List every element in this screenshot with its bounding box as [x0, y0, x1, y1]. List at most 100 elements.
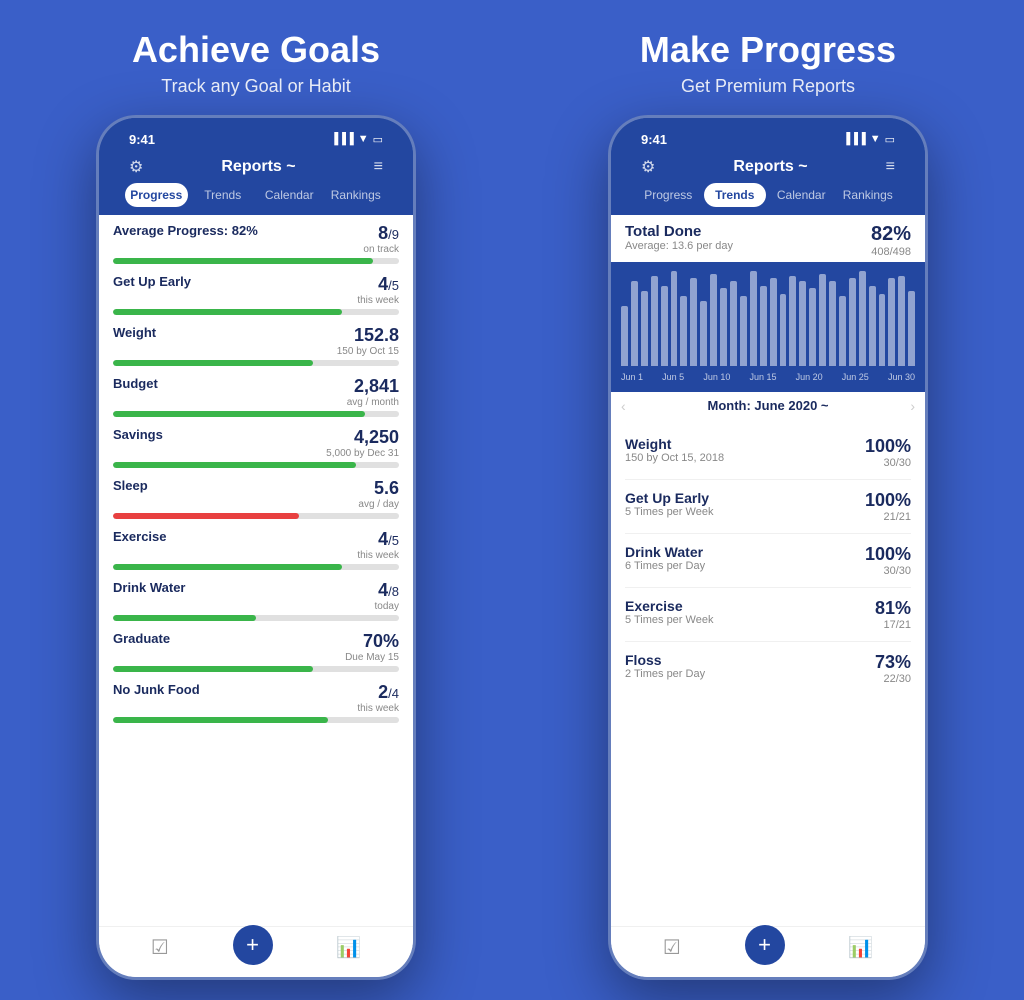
chart-bar — [799, 281, 806, 366]
progress-bar-bg — [113, 360, 399, 366]
right-settings-icon[interactable]: ⚙ — [641, 157, 655, 177]
right-nav-title[interactable]: Reports ~ — [733, 158, 807, 176]
progress-item: Drink Water 4/8 today — [113, 580, 399, 621]
progress-bar-fill — [113, 615, 256, 621]
progress-note: avg / month — [347, 397, 399, 408]
progress-bar-fill — [113, 666, 313, 672]
progress-item: Exercise 4/5 this week — [113, 529, 399, 570]
report-item-desc: 2 Times per Day — [625, 668, 705, 680]
chart-label: Jun 1 — [621, 372, 643, 382]
report-item-frac: 30/30 — [865, 457, 911, 469]
progress-bar-bg — [113, 462, 399, 468]
progress-label: No Junk Food — [113, 682, 200, 697]
chart-bar — [730, 281, 737, 366]
progress-big: 70% — [363, 631, 399, 651]
progress-bar-bg — [113, 411, 399, 417]
progress-note: today — [375, 601, 399, 612]
report-item-name: Weight — [625, 436, 724, 452]
chart-bar — [770, 278, 777, 366]
chart-label: Jun 25 — [842, 372, 869, 382]
chart-bar — [750, 271, 757, 366]
chart-bar — [621, 306, 628, 366]
report-item-left: Get Up Early 5 Times per Week — [625, 490, 713, 518]
left-tab-calendar[interactable]: Calendar — [258, 183, 321, 207]
left-filter-icon[interactable]: ≡ — [374, 158, 383, 176]
chart-labels: Jun 1Jun 5Jun 10Jun 15Jun 20Jun 25Jun 30 — [621, 370, 915, 384]
chart-label: Jun 5 — [662, 372, 684, 382]
report-item-right: 73% 22/30 — [875, 652, 911, 685]
left-check-icon[interactable]: ☑ — [151, 935, 169, 965]
right-tab-progress[interactable]: Progress — [637, 183, 700, 207]
chart-bar — [720, 288, 727, 366]
right-tab-calendar[interactable]: Calendar — [770, 183, 833, 207]
progress-value: 152.8 150 by Oct 15 — [337, 325, 399, 357]
chart-bar — [700, 301, 707, 366]
chart-bar — [849, 278, 856, 366]
left-add-button[interactable]: + — [233, 925, 273, 965]
left-progress-list: Average Progress: 82% 8/9 on track Get U… — [99, 215, 413, 926]
chart-bar — [671, 271, 678, 366]
right-phone-top: 9:41 ▐▐▐ ▼ ▭ ⚙ Reports ~ ≡ Progress Tren… — [611, 118, 925, 215]
left-nav-title[interactable]: Reports ~ — [221, 158, 295, 176]
chart-bar — [680, 296, 687, 366]
left-tab-trends[interactable]: Trends — [192, 183, 255, 207]
progress-value: 8/9 on track — [363, 223, 399, 255]
progress-bar-bg — [113, 258, 399, 264]
progress-note: 5,000 by Dec 31 — [326, 448, 399, 459]
progress-bar-fill — [113, 309, 342, 315]
wifi-icon: ▼ — [358, 133, 369, 145]
total-done-right: 82% 408/498 — [871, 223, 911, 258]
progress-item: Graduate 70% Due May 15 — [113, 631, 399, 672]
progress-big: 4/5 — [378, 274, 399, 294]
next-month-button[interactable]: › — [910, 398, 915, 414]
progress-item: Savings 4,250 5,000 by Dec 31 — [113, 427, 399, 468]
report-item-name: Drink Water — [625, 544, 705, 560]
progress-bar-fill — [113, 513, 299, 519]
report-item: Floss 2 Times per Day 73% 22/30 — [625, 642, 911, 695]
chart-bar — [760, 286, 767, 366]
total-done-left: Total Done Average: 13.6 per day — [625, 223, 733, 252]
report-item-pct: 100% — [865, 436, 911, 456]
progress-value: 4/8 today — [375, 580, 399, 612]
report-item-desc: 6 Times per Day — [625, 560, 705, 572]
progress-label: Budget — [113, 376, 158, 391]
left-chart-icon[interactable]: 📊 — [336, 935, 361, 965]
progress-label: Drink Water — [113, 580, 185, 595]
report-item-right: 100% 21/21 — [865, 490, 911, 523]
right-check-icon[interactable]: ☑ — [663, 935, 681, 965]
chart-bar — [908, 291, 915, 366]
prev-month-button[interactable]: ‹ — [621, 398, 626, 414]
right-filter-icon[interactable]: ≡ — [886, 158, 895, 176]
right-title: Make Progress — [640, 30, 896, 70]
right-tab-rankings[interactable]: Rankings — [837, 183, 900, 207]
chart-bar — [869, 286, 876, 366]
progress-note: Due May 15 — [345, 652, 399, 663]
total-done-pct: 82% — [871, 223, 911, 246]
chart-bar — [789, 276, 796, 366]
progress-item: No Junk Food 2/4 this week — [113, 682, 399, 723]
right-chart-icon[interactable]: 📊 — [848, 935, 873, 965]
chart-bar — [740, 296, 747, 366]
left-title: Achieve Goals — [132, 30, 380, 70]
progress-label: Graduate — [113, 631, 170, 646]
chart-label: Jun 10 — [703, 372, 730, 382]
month-nav-title[interactable]: Month: June 2020 ~ — [708, 398, 829, 413]
left-panel: Achieve Goals Track any Goal or Habit 9:… — [0, 0, 512, 1000]
progress-value: 4,250 5,000 by Dec 31 — [326, 427, 399, 459]
right-panel: Make Progress Get Premium Reports 9:41 ▐… — [512, 0, 1024, 1000]
left-settings-icon[interactable]: ⚙ — [129, 157, 143, 177]
report-item-pct: 81% — [875, 598, 911, 618]
report-item: Drink Water 6 Times per Day 100% 30/30 — [625, 534, 911, 588]
report-item-desc: 5 Times per Week — [625, 506, 713, 518]
report-item-pct: 73% — [875, 652, 911, 672]
right-tab-trends[interactable]: Trends — [704, 183, 767, 207]
progress-big: 2,841 — [354, 376, 399, 396]
right-add-button[interactable]: + — [745, 925, 785, 965]
left-bottom-nav: ☑ + 📊 — [99, 926, 413, 977]
left-tab-progress[interactable]: Progress — [125, 183, 188, 207]
left-tab-rankings[interactable]: Rankings — [325, 183, 388, 207]
progress-label: Get Up Early — [113, 274, 191, 289]
report-item: Exercise 5 Times per Week 81% 17/21 — [625, 588, 911, 642]
right-status-time: 9:41 — [641, 132, 667, 147]
chart-bar — [661, 286, 668, 366]
